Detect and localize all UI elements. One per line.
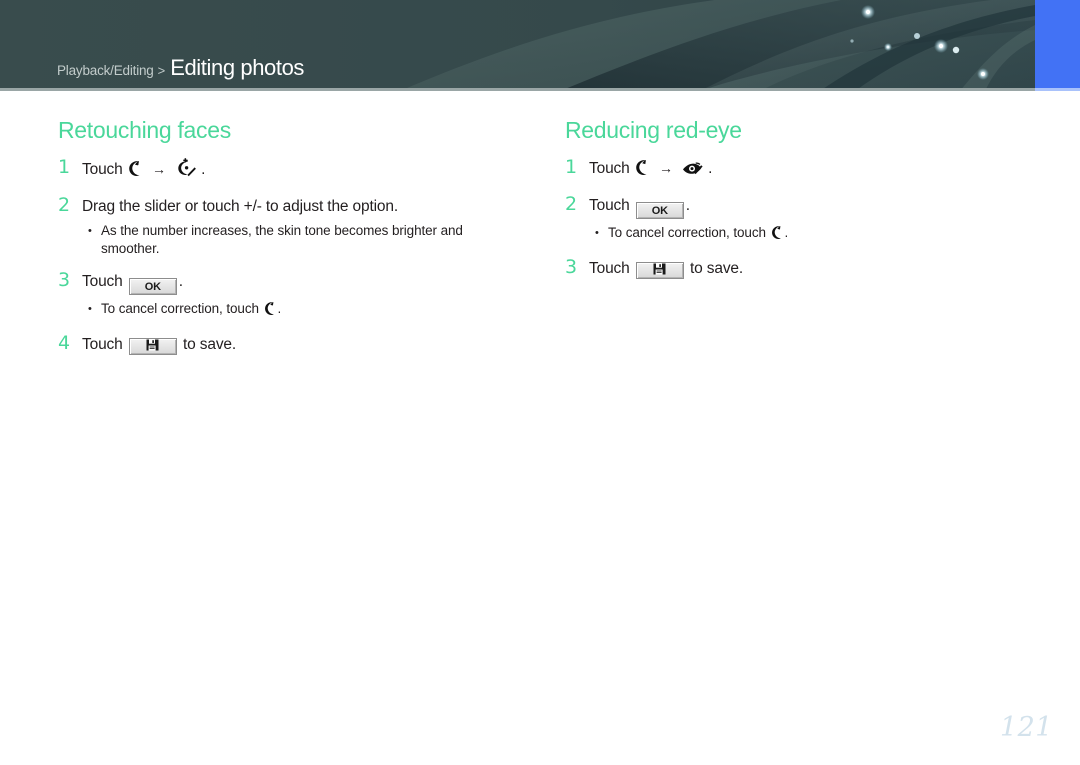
step-number: 2 [565,192,578,215]
face-retouch-cancel-icon [635,159,650,182]
bullet-text-after: . [277,300,282,316]
step-text: Touch OK. [589,194,690,219]
step-item: 2 Touch OK. [565,192,1015,219]
list-item: • As the number increases, the skin tone… [88,222,528,258]
page-number: 121 [999,712,1053,743]
bullet-text: To cancel correction, touch . [101,300,281,321]
bullet-list: • To cancel correction, touch . [88,300,528,321]
page-content: Retouching faces 1 Touch → . 2 Drag the … [0,91,1080,765]
step-text: Touch OK. [82,270,183,295]
step-number: 1 [565,155,578,178]
step-text-before: Touch [589,159,630,177]
section-reducing-red-eye: Reducing red-eye 1 Touch → . 2 Touch OK … [565,117,1015,279]
face-retouch-icon [175,157,196,183]
section-retouching-faces: Retouching faces 1 Touch → . 2 Drag the … [58,117,528,355]
breadcrumb-parent[interactable]: Playback/Editing [57,63,154,78]
bullet-text-before: To cancel correction, touch [608,224,766,240]
breadcrumb-current: Editing photos [170,55,305,80]
list-item: • To cancel correction, touch . [88,300,528,321]
step-item: 3 Touch to save. [565,255,1015,279]
step-item: 1 Touch → . [58,155,528,183]
section-title-reducing-red-eye: Reducing red-eye [565,117,742,143]
list-item: • To cancel correction, touch . [595,224,1015,245]
step-text-after: to save. [182,335,237,353]
step-item: 2 Drag the slider or touch +/- to adjust… [58,193,528,217]
breadcrumb: Playback/Editing > Editing photos [57,55,304,81]
bullet-dot-icon: • [88,302,92,315]
step-number: 3 [58,268,71,291]
step-number: 3 [565,255,578,278]
step-text-before: Touch [82,335,123,353]
bullet-text: As the number increases, the skin tone b… [101,222,463,256]
step-text: Drag the slider or touch +/- to adjust t… [82,195,398,217]
ok-button[interactable]: OK [128,277,177,295]
step-text-before: Touch [589,196,630,214]
bullet-list: • To cancel correction, touch . [595,224,1015,245]
step-text-before: Touch [82,272,123,290]
step-text-before: Touch [82,160,123,178]
save-floppy-icon [653,263,666,275]
arrow-icon: → [658,159,673,176]
section-title-retouching-faces: Retouching faces [58,117,231,143]
step-text-after: . [685,196,690,214]
save-button[interactable] [128,337,177,355]
bullet-text: To cancel correction, touch . [608,224,788,245]
arrow-icon: → [151,160,166,177]
bullet-text-before: To cancel correction, touch [101,300,259,316]
step-text-main: Drag the slider or touch +/- to adjust t… [82,197,399,215]
step-item: 1 Touch → . [565,155,1015,182]
bullet-list: • As the number increases, the skin tone… [88,222,528,258]
header-accent-block [1035,0,1080,88]
step-number: 1 [58,155,71,178]
face-retouch-cancel-icon [128,160,143,183]
save-button[interactable] [635,261,684,279]
page-header: Playback/Editing > Editing photos [0,0,1080,91]
step-text-after: . [708,159,713,177]
bullet-dot-icon: • [595,226,599,239]
bullet-dot-icon: • [88,224,92,237]
ok-button[interactable]: OK [635,201,684,219]
bullet-text-after: . [784,224,789,240]
step-item: 4 Touch to save. [58,331,528,355]
red-eye-icon [682,161,703,182]
save-floppy-icon [146,339,159,351]
step-text: Touch to save. [82,333,236,355]
step-text: Touch → . [589,157,713,182]
face-retouch-cancel-icon [264,301,277,321]
step-text-after: . [201,160,206,178]
step-text-before: Touch [589,259,630,277]
step-number: 4 [58,331,71,354]
breadcrumb-separator-icon: > [157,63,166,78]
step-item: 3 Touch OK. [58,268,528,295]
step-text-after: to save. [689,259,744,277]
step-text: Touch to save. [589,257,743,279]
step-number: 2 [58,193,71,216]
face-retouch-cancel-icon [771,225,784,245]
step-text-after: . [178,272,183,290]
step-text: Touch → . [82,157,206,183]
